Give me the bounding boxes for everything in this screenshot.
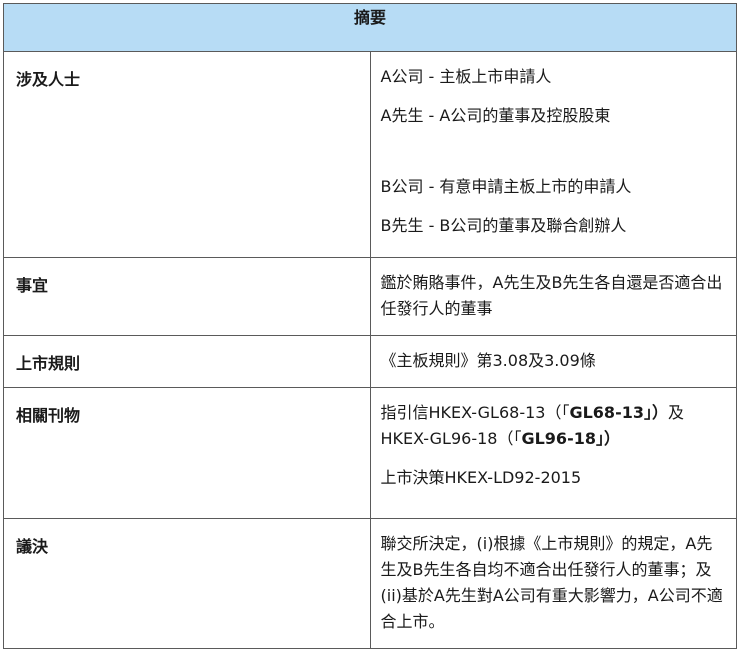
row-content-parties: A公司 - 主板上市申請人 A先生 - A公司的董事及控股股東 B公司 - 有意… <box>369 51 737 258</box>
table-row-parties: 涉及人士 A公司 - 主板上市申請人 A先生 - A公司的董事及控股股東 B公司… <box>3 51 737 258</box>
subject-text: 鑑於賄賂事件，A先生及B先生各自還是否適合出任發行人的董事 <box>380 273 723 318</box>
row-content-subject: 鑑於賄賂事件，A先生及B先生各自還是否適合出任發行人的董事 <box>369 257 737 336</box>
decision-text: 聯交所決定，(i)根據《上市規則》的規定，A先生及B先生各自均不適合出任發行人的… <box>380 534 723 631</box>
row-content-publications: 指引信HKEX-GL68-13（「GL68-13」）及HKEX-GL96-18（… <box>369 387 737 519</box>
guidance-prefix: 指引信HKEX-GL68-13（「 <box>380 403 570 422</box>
table-header: 摘要 <box>3 3 737 52</box>
row-label-subject: 事宜 <box>3 257 371 336</box>
row-content-decision: 聯交所決定，(i)根據《上市規則》的規定，A先生及B先生各自均不適合出任發行人的… <box>369 518 737 649</box>
row-label-publications: 相關刊物 <box>3 387 371 519</box>
party-line: A公司 - 主板上市申請人 <box>380 67 552 86</box>
guidance-code-gl68: GL68-13」） <box>569 403 668 422</box>
table-row-rules: 上市規則 《主板規則》第3.08及3.09條 <box>3 335 737 388</box>
row-content-rules: 《主板規則》第3.08及3.09條 <box>369 335 737 388</box>
rules-text: 《主板規則》第3.08及3.09條 <box>380 351 596 370</box>
row-label-decision: 議決 <box>3 518 371 649</box>
party-line: B公司 - 有意申請主板上市的申請人 <box>380 177 632 196</box>
table-row-subject: 事宜 鑑於賄賂事件，A先生及B先生各自還是否適合出任發行人的董事 <box>3 257 737 336</box>
table-row-decision: 議決 聯交所決定，(i)根據《上市規則》的規定，A先生及B先生各自均不適合出任發… <box>3 518 737 649</box>
header-row: 摘要 <box>3 3 737 52</box>
listing-decision-ref: 上市決策HKEX-LD92-2015 <box>380 468 582 487</box>
guidance-code-gl96: GL96-18」） <box>521 429 620 448</box>
party-line: B先生 - B公司的董事及聯合創辦人 <box>380 216 627 235</box>
party-line: A先生 - A公司的董事及控股股東 <box>380 106 611 125</box>
row-label-rules: 上市規則 <box>3 335 371 388</box>
table-row-publications: 相關刊物 指引信HKEX-GL68-13（「GL68-13」）及HKEX-GL9… <box>3 387 737 519</box>
row-label-parties: 涉及人士 <box>3 51 371 258</box>
guidance-letters: 指引信HKEX-GL68-13（「GL68-13」）及HKEX-GL96-18（… <box>381 400 727 452</box>
summary-table: 摘要 涉及人士 A公司 - 主板上市申請人 A先生 - A公司的董事及控股股東 … <box>3 3 737 649</box>
